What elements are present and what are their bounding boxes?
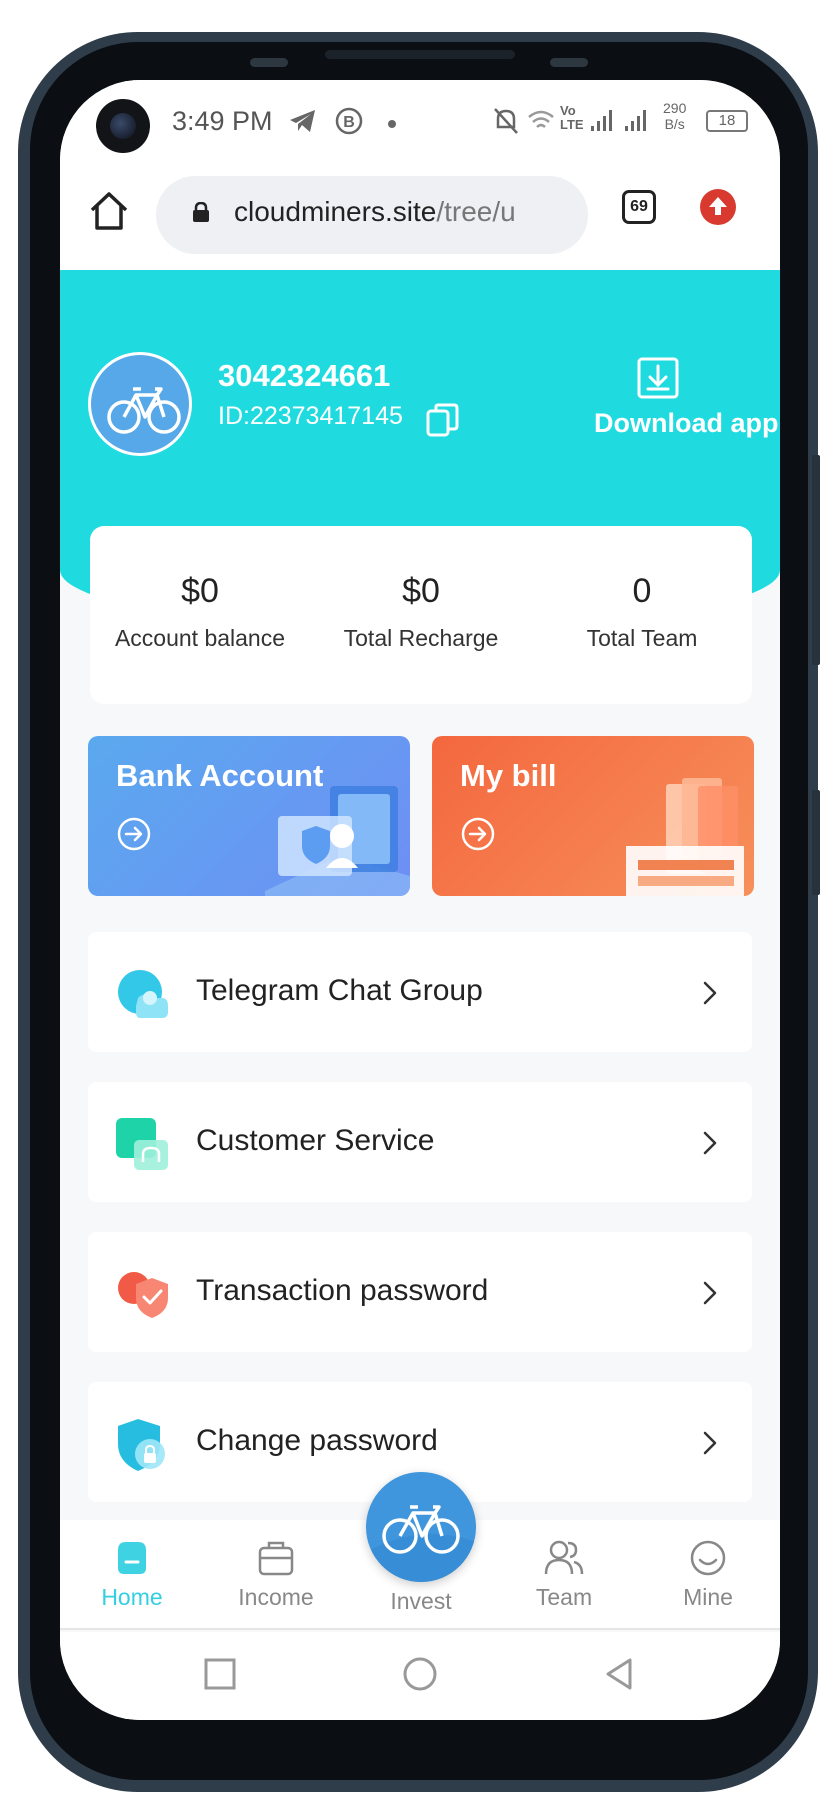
earpiece (325, 50, 515, 59)
stat-value: $0 (402, 572, 440, 610)
bank-illustration-icon (265, 786, 410, 896)
stat-account-balance: $0 Account balance (90, 572, 310, 652)
nav-label: Home (101, 1584, 163, 1610)
username: 3042324661 (218, 358, 391, 393)
wifi-icon (528, 110, 554, 128)
briefcase-icon (258, 1541, 294, 1576)
earpiece-left (250, 58, 288, 67)
nav-team[interactable]: Team (504, 1538, 624, 1611)
browser-toolbar: cloudminers.site/tree/u 69 (60, 166, 780, 270)
nav-label: Income (238, 1584, 314, 1610)
signal-icon-2 (625, 110, 646, 131)
bicycle-icon (366, 1505, 476, 1582)
stat-label: Total Recharge (343, 625, 499, 651)
chevron-right-icon (703, 981, 717, 1005)
android-nav-bar (60, 1632, 780, 1720)
chat-group-icon (118, 970, 168, 1018)
download-app-button[interactable]: Download app (594, 408, 779, 439)
menu-item-customer-service[interactable]: Customer Service (88, 1082, 752, 1202)
net-speed-value: 290 (663, 100, 687, 116)
menu-item-telegram[interactable]: Telegram Chat Group (88, 932, 752, 1052)
dot-icon (388, 120, 396, 128)
lock-icon (193, 202, 209, 222)
url-host: cloudminers.site (234, 196, 437, 227)
telegram-icon (290, 110, 315, 132)
stat-label: Account balance (114, 625, 286, 651)
my-bill-card[interactable]: My bill (432, 736, 754, 896)
download-icon[interactable] (636, 356, 680, 400)
nav-income[interactable]: Income (216, 1538, 336, 1611)
volte-label: Vo LTE (560, 103, 584, 132)
nav-home[interactable]: Home (72, 1538, 192, 1611)
signal-icon-1 (591, 110, 612, 131)
url-text: cloudminers.site/tree/u (234, 196, 516, 228)
svg-text:B: B (343, 114, 355, 131)
tabs-button[interactable]: 69 (622, 190, 656, 224)
avatar[interactable] (88, 352, 192, 456)
stat-value: $0 (181, 572, 219, 610)
battery-icon: 18 (706, 110, 748, 132)
chevron-right-icon (703, 1431, 717, 1455)
status-time: 3:49 PM (172, 106, 273, 136)
nav-label: Team (535, 1584, 593, 1610)
nav-label: Mine (683, 1584, 733, 1610)
mute-icon (494, 108, 518, 134)
power-button (812, 455, 820, 665)
customer-service-icon (116, 1118, 168, 1170)
back-icon[interactable] (600, 1654, 640, 1694)
transaction-password-icon (118, 1272, 168, 1318)
menu-label: Telegram Chat Group (196, 974, 483, 1007)
status-bar: 3:49 PM B Vo LTE 290 B/s 18 (60, 80, 780, 166)
front-camera (96, 99, 150, 153)
chevron-right-icon (703, 1131, 717, 1155)
stat-total-team: 0 Total Team (532, 572, 752, 652)
invest-button[interactable] (366, 1472, 476, 1582)
net-speed: 290 B/s (663, 100, 686, 132)
stat-value: 0 (632, 572, 652, 610)
copy-icon[interactable] (426, 402, 460, 438)
card-title: My bill (460, 758, 557, 793)
recents-icon[interactable] (200, 1654, 240, 1694)
net-speed-unit: B/s (664, 116, 685, 132)
home-icon[interactable] (84, 186, 134, 236)
home-nav-icon (118, 1542, 146, 1574)
home-circle-icon[interactable] (400, 1654, 440, 1694)
smile-icon (690, 1540, 726, 1576)
menu-label: Customer Service (196, 1124, 435, 1157)
change-password-icon (118, 1419, 165, 1471)
address-bar[interactable]: cloudminers.site/tree/u (156, 176, 588, 254)
menu-item-transaction-password[interactable]: Transaction password (88, 1232, 752, 1352)
user-id: ID:22373417145 (218, 402, 403, 430)
update-button[interactable] (700, 189, 736, 225)
stats-card: $0 Account balance $0 Total Recharge 0 T… (90, 526, 752, 704)
nav-mine[interactable]: Mine (648, 1538, 768, 1611)
arrow-circle-icon (117, 817, 151, 851)
b-icon: B (335, 107, 363, 135)
team-icon (544, 1540, 584, 1575)
menu-label: Transaction password (196, 1274, 489, 1307)
menu-label: Change password (196, 1424, 438, 1457)
chevron-right-icon (703, 1281, 717, 1305)
stat-label: Total Team (586, 625, 698, 651)
arrow-circle-icon (461, 817, 495, 851)
earpiece-right (550, 58, 588, 67)
volume-button (812, 790, 820, 895)
bicycle-icon (107, 387, 181, 434)
invest-label: Invest (390, 1588, 452, 1614)
arrow-up-icon (709, 197, 727, 215)
screen: 3:49 PM B Vo LTE 290 B/s 18 cloudminers.… (60, 80, 780, 1720)
url-path: /tree/u (436, 196, 516, 227)
bank-account-card[interactable]: Bank Account (88, 736, 410, 896)
stat-total-recharge: $0 Total Recharge (311, 572, 531, 652)
bill-illustration-icon (626, 778, 744, 896)
